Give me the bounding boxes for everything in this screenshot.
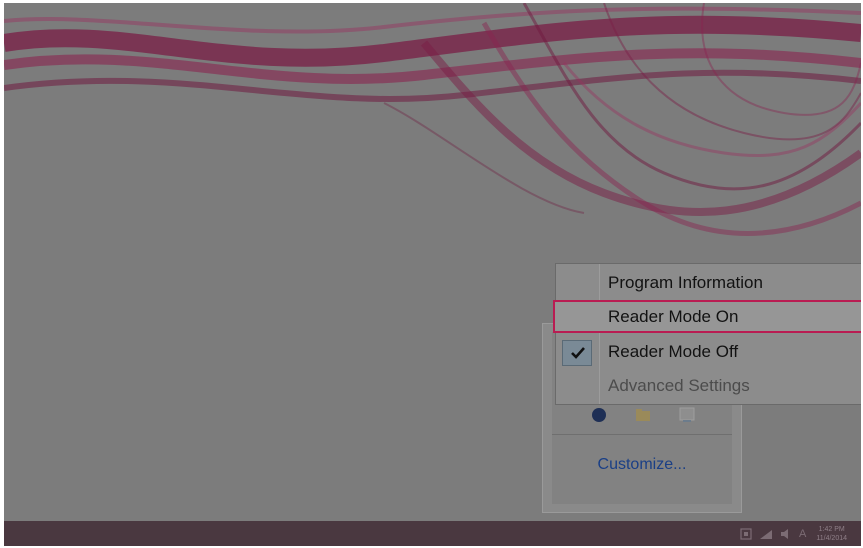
menu-item-reader-mode-on[interactable]: Reader Mode On xyxy=(553,300,861,333)
menu-item-advanced-settings: Advanced Settings xyxy=(556,371,861,401)
menu-item-label: Reader Mode On xyxy=(608,307,739,326)
menu-item-label: Advanced Settings xyxy=(608,376,750,395)
menu-item-label: Reader Mode Off xyxy=(608,342,739,361)
folder-app-icon[interactable] xyxy=(634,406,652,424)
clock[interactable]: 1:42 PM 11/4/2014 xyxy=(816,525,847,543)
screen: Customize... Program Information Reader … xyxy=(0,0,863,548)
desktop: Customize... Program Information Reader … xyxy=(4,3,861,521)
taskbar: A 1:42 PM 11/4/2014 xyxy=(4,521,861,546)
checkmark-icon xyxy=(571,347,585,359)
menu-item-label: Program Information xyxy=(608,273,763,292)
customize-link[interactable]: Customize... xyxy=(552,456,732,474)
clock-date: 11/4/2014 xyxy=(816,534,847,542)
volume-icon[interactable] xyxy=(779,528,793,540)
circle-app-icon[interactable] xyxy=(590,406,608,424)
action-center-icon[interactable] xyxy=(739,527,753,540)
checked-indicator xyxy=(562,340,592,366)
menu-item-program-information[interactable]: Program Information xyxy=(556,268,861,298)
network-icon[interactable] xyxy=(759,528,773,540)
notification-area: A 1:42 PM 11/4/2014 xyxy=(739,521,847,546)
clock-time: 1:42 PM xyxy=(818,525,845,533)
menu-item-reader-mode-off[interactable]: Reader Mode Off xyxy=(556,337,861,367)
ime-indicator[interactable]: A xyxy=(799,528,806,540)
network-app-icon[interactable] xyxy=(678,406,696,424)
context-menu: Program Information Reader Mode On Reade… xyxy=(553,263,861,405)
